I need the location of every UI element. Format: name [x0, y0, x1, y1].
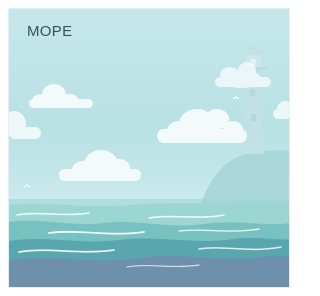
page-frame: МОРЕ	[0, 0, 298, 296]
card-title: МОРЕ	[27, 23, 73, 40]
sea-card[interactable]: МОРЕ	[8, 8, 290, 288]
sea-deep	[9, 256, 289, 287]
sea-illustration	[9, 9, 289, 287]
